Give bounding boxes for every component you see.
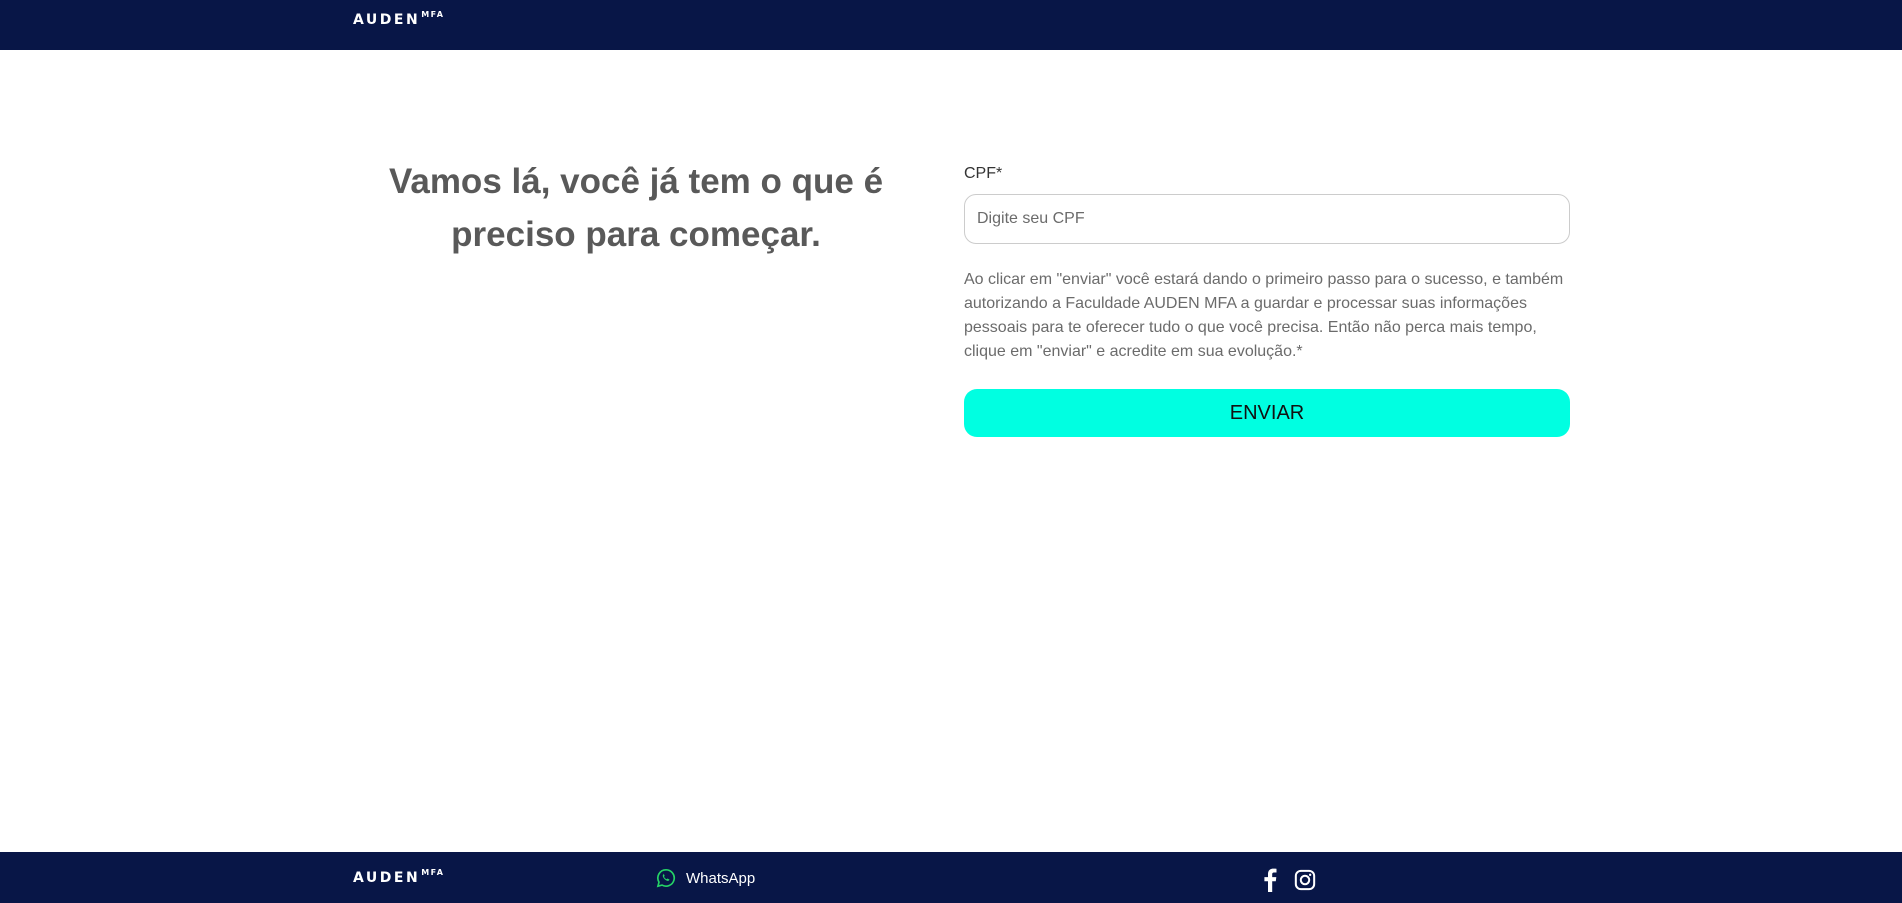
facebook-icon bbox=[1264, 868, 1277, 892]
footer: AUDENMFA WhatsApp bbox=[0, 852, 1902, 903]
instagram-icon bbox=[1294, 869, 1316, 891]
logo-superscript: MFA bbox=[421, 868, 445, 877]
submit-button[interactable]: ENVIAR bbox=[964, 389, 1570, 437]
whatsapp-label: WhatsApp bbox=[686, 869, 756, 887]
cpf-form: CPF* Ao clicar em "enviar" você estará d… bbox=[964, 164, 1570, 437]
logo-superscript: MFA bbox=[421, 10, 445, 19]
whatsapp-link[interactable]: WhatsApp bbox=[656, 868, 755, 888]
consent-text: Ao clicar em "enviar" você estará dando … bbox=[964, 271, 1564, 360]
logo-text: AUDEN bbox=[353, 870, 421, 886]
facebook-link[interactable] bbox=[1263, 868, 1277, 892]
page-headline: Vamos lá, você já tem o que é preciso pa… bbox=[388, 162, 884, 254]
footer-logo[interactable]: AUDENMFA bbox=[353, 868, 445, 886]
instagram-link[interactable] bbox=[1294, 869, 1316, 891]
top-header: AUDENMFA bbox=[0, 0, 1902, 50]
logo-text: AUDEN bbox=[353, 12, 421, 28]
cpf-label: CPF* bbox=[964, 165, 1003, 182]
social-links bbox=[1263, 868, 1316, 892]
whatsapp-icon bbox=[656, 868, 676, 888]
header-logo[interactable]: AUDENMFA bbox=[353, 10, 445, 28]
cpf-input[interactable] bbox=[964, 194, 1570, 244]
